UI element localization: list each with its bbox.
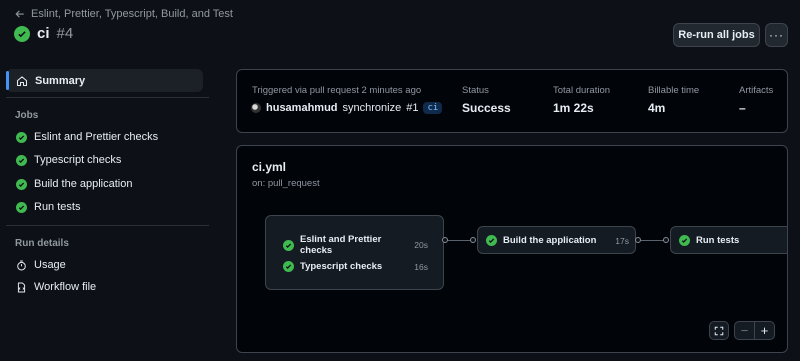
status-label: Status bbox=[462, 85, 489, 96]
zoom-in-button[interactable]: + bbox=[755, 323, 774, 338]
check-circle-icon bbox=[679, 235, 690, 246]
arrow-left-icon bbox=[15, 10, 24, 18]
check-circle-icon bbox=[283, 261, 294, 272]
graph-connector-pin bbox=[470, 237, 476, 243]
more-options-button[interactable]: ··· bbox=[765, 23, 788, 47]
graph-job-eslint[interactable]: Eslint and Prettier checks 20s bbox=[283, 234, 428, 256]
sidebar-item-label: Run tests bbox=[34, 201, 81, 213]
artifacts-label: Artifacts bbox=[739, 85, 774, 96]
trigger-details: husamahmud synchronize #1 ci bbox=[251, 102, 443, 114]
run-number: #4 bbox=[56, 25, 74, 42]
graph-connector-pin bbox=[663, 237, 669, 243]
sidebar-item-usage[interactable]: Usage bbox=[16, 259, 66, 271]
file-icon bbox=[17, 282, 26, 292]
sidebar-item-tests[interactable]: Run tests bbox=[16, 201, 80, 213]
duration-value: 1m 22s bbox=[553, 101, 594, 115]
check-circle-icon bbox=[14, 25, 30, 42]
back-link[interactable]: Eslint, Prettier, Typescript, Build, and… bbox=[15, 8, 233, 20]
graph-connector-line bbox=[641, 240, 664, 241]
billable-value: 4m bbox=[648, 101, 666, 115]
graph-job-typescript[interactable]: Typescript checks 16s bbox=[283, 261, 428, 272]
sidebar-divider bbox=[6, 225, 209, 226]
job-duration: 20s bbox=[414, 240, 428, 250]
job-duration: 17s bbox=[615, 235, 629, 246]
zoom-out-button[interactable]: − bbox=[735, 323, 754, 338]
graph-job-build[interactable]: Build the application 17s bbox=[477, 226, 636, 254]
run-name: ci bbox=[37, 25, 50, 42]
home-icon bbox=[16, 75, 28, 86]
sidebar-item-label: Typescript checks bbox=[34, 154, 122, 166]
check-circle-icon bbox=[16, 154, 27, 166]
graph-job-build-row: Build the application 17s bbox=[486, 235, 629, 246]
zoom-controls: − + bbox=[734, 321, 775, 340]
sidebar-divider bbox=[6, 97, 209, 98]
job-group-checks: Eslint and Prettier checks 20s Typescrip… bbox=[265, 215, 444, 290]
sidebar-item-eslint[interactable]: Eslint and Prettier checks bbox=[16, 131, 158, 143]
event-name: synchronize bbox=[342, 102, 402, 114]
graph-job-tests-row: Run tests bbox=[679, 235, 739, 246]
job-name: Run tests bbox=[696, 235, 740, 246]
billable-label: Billable time bbox=[648, 85, 700, 96]
rerun-all-jobs-button[interactable]: Re-run all jobs bbox=[673, 23, 760, 47]
run-summary-card: Triggered via pull request 2 minutes ago… bbox=[236, 69, 788, 133]
graph-connector-line bbox=[448, 240, 471, 241]
back-link-label: Eslint, Prettier, Typescript, Build, and… bbox=[31, 8, 233, 20]
sidebar-item-label: Usage bbox=[34, 259, 66, 271]
trigger-text: Triggered via pull request 2 minutes ago bbox=[252, 85, 422, 96]
sidebar-item-summary[interactable]: Summary bbox=[6, 69, 203, 92]
check-circle-icon bbox=[16, 178, 27, 190]
pr-link[interactable]: #1 bbox=[406, 102, 418, 114]
sidebar-item-label: Build the application bbox=[34, 178, 133, 190]
workflow-trigger: on: pull_request bbox=[252, 178, 320, 189]
sidebar-item-typescript[interactable]: Typescript checks bbox=[16, 154, 121, 166]
run-details-heading: Run details bbox=[15, 238, 69, 249]
job-duration: 16s bbox=[414, 261, 428, 272]
active-indicator bbox=[6, 71, 9, 90]
graph-job-tests[interactable]: Run tests bbox=[670, 226, 787, 254]
avatar bbox=[251, 103, 261, 113]
stopwatch-icon bbox=[17, 260, 26, 270]
check-circle-icon bbox=[16, 131, 27, 143]
job-name: Typescript checks bbox=[300, 261, 383, 272]
fullscreen-button[interactable] bbox=[709, 321, 729, 340]
job-name: Eslint and Prettier checks bbox=[300, 234, 382, 256]
artifacts-value: – bbox=[739, 101, 746, 115]
job-name: Build the application bbox=[503, 235, 597, 246]
jobs-heading: Jobs bbox=[15, 110, 39, 121]
sidebar-item-label: Workflow file bbox=[34, 281, 97, 293]
sidebar-item-label: Eslint and Prettier checks bbox=[34, 131, 159, 143]
sidebar-item-build[interactable]: Build the application bbox=[16, 178, 132, 190]
branch-tag[interactable]: ci bbox=[423, 102, 443, 114]
check-circle-icon bbox=[283, 239, 294, 251]
workflow-file-name: ci.yml bbox=[252, 160, 287, 174]
run-title-row: ci #4 bbox=[14, 25, 73, 42]
sidebar-item-workflow-file[interactable]: Workflow file bbox=[16, 281, 96, 293]
actor-link[interactable]: husamahmud bbox=[266, 102, 338, 114]
sidebar-item-label: Summary bbox=[35, 74, 86, 87]
status-value: Success bbox=[462, 101, 511, 115]
duration-label: Total duration bbox=[553, 85, 611, 96]
workflow-graph-card: ci.yml on: pull_request Eslint and Prett… bbox=[236, 145, 788, 353]
fullscreen-icon bbox=[714, 326, 724, 335]
check-circle-icon bbox=[486, 235, 497, 246]
check-circle-icon bbox=[16, 201, 27, 213]
